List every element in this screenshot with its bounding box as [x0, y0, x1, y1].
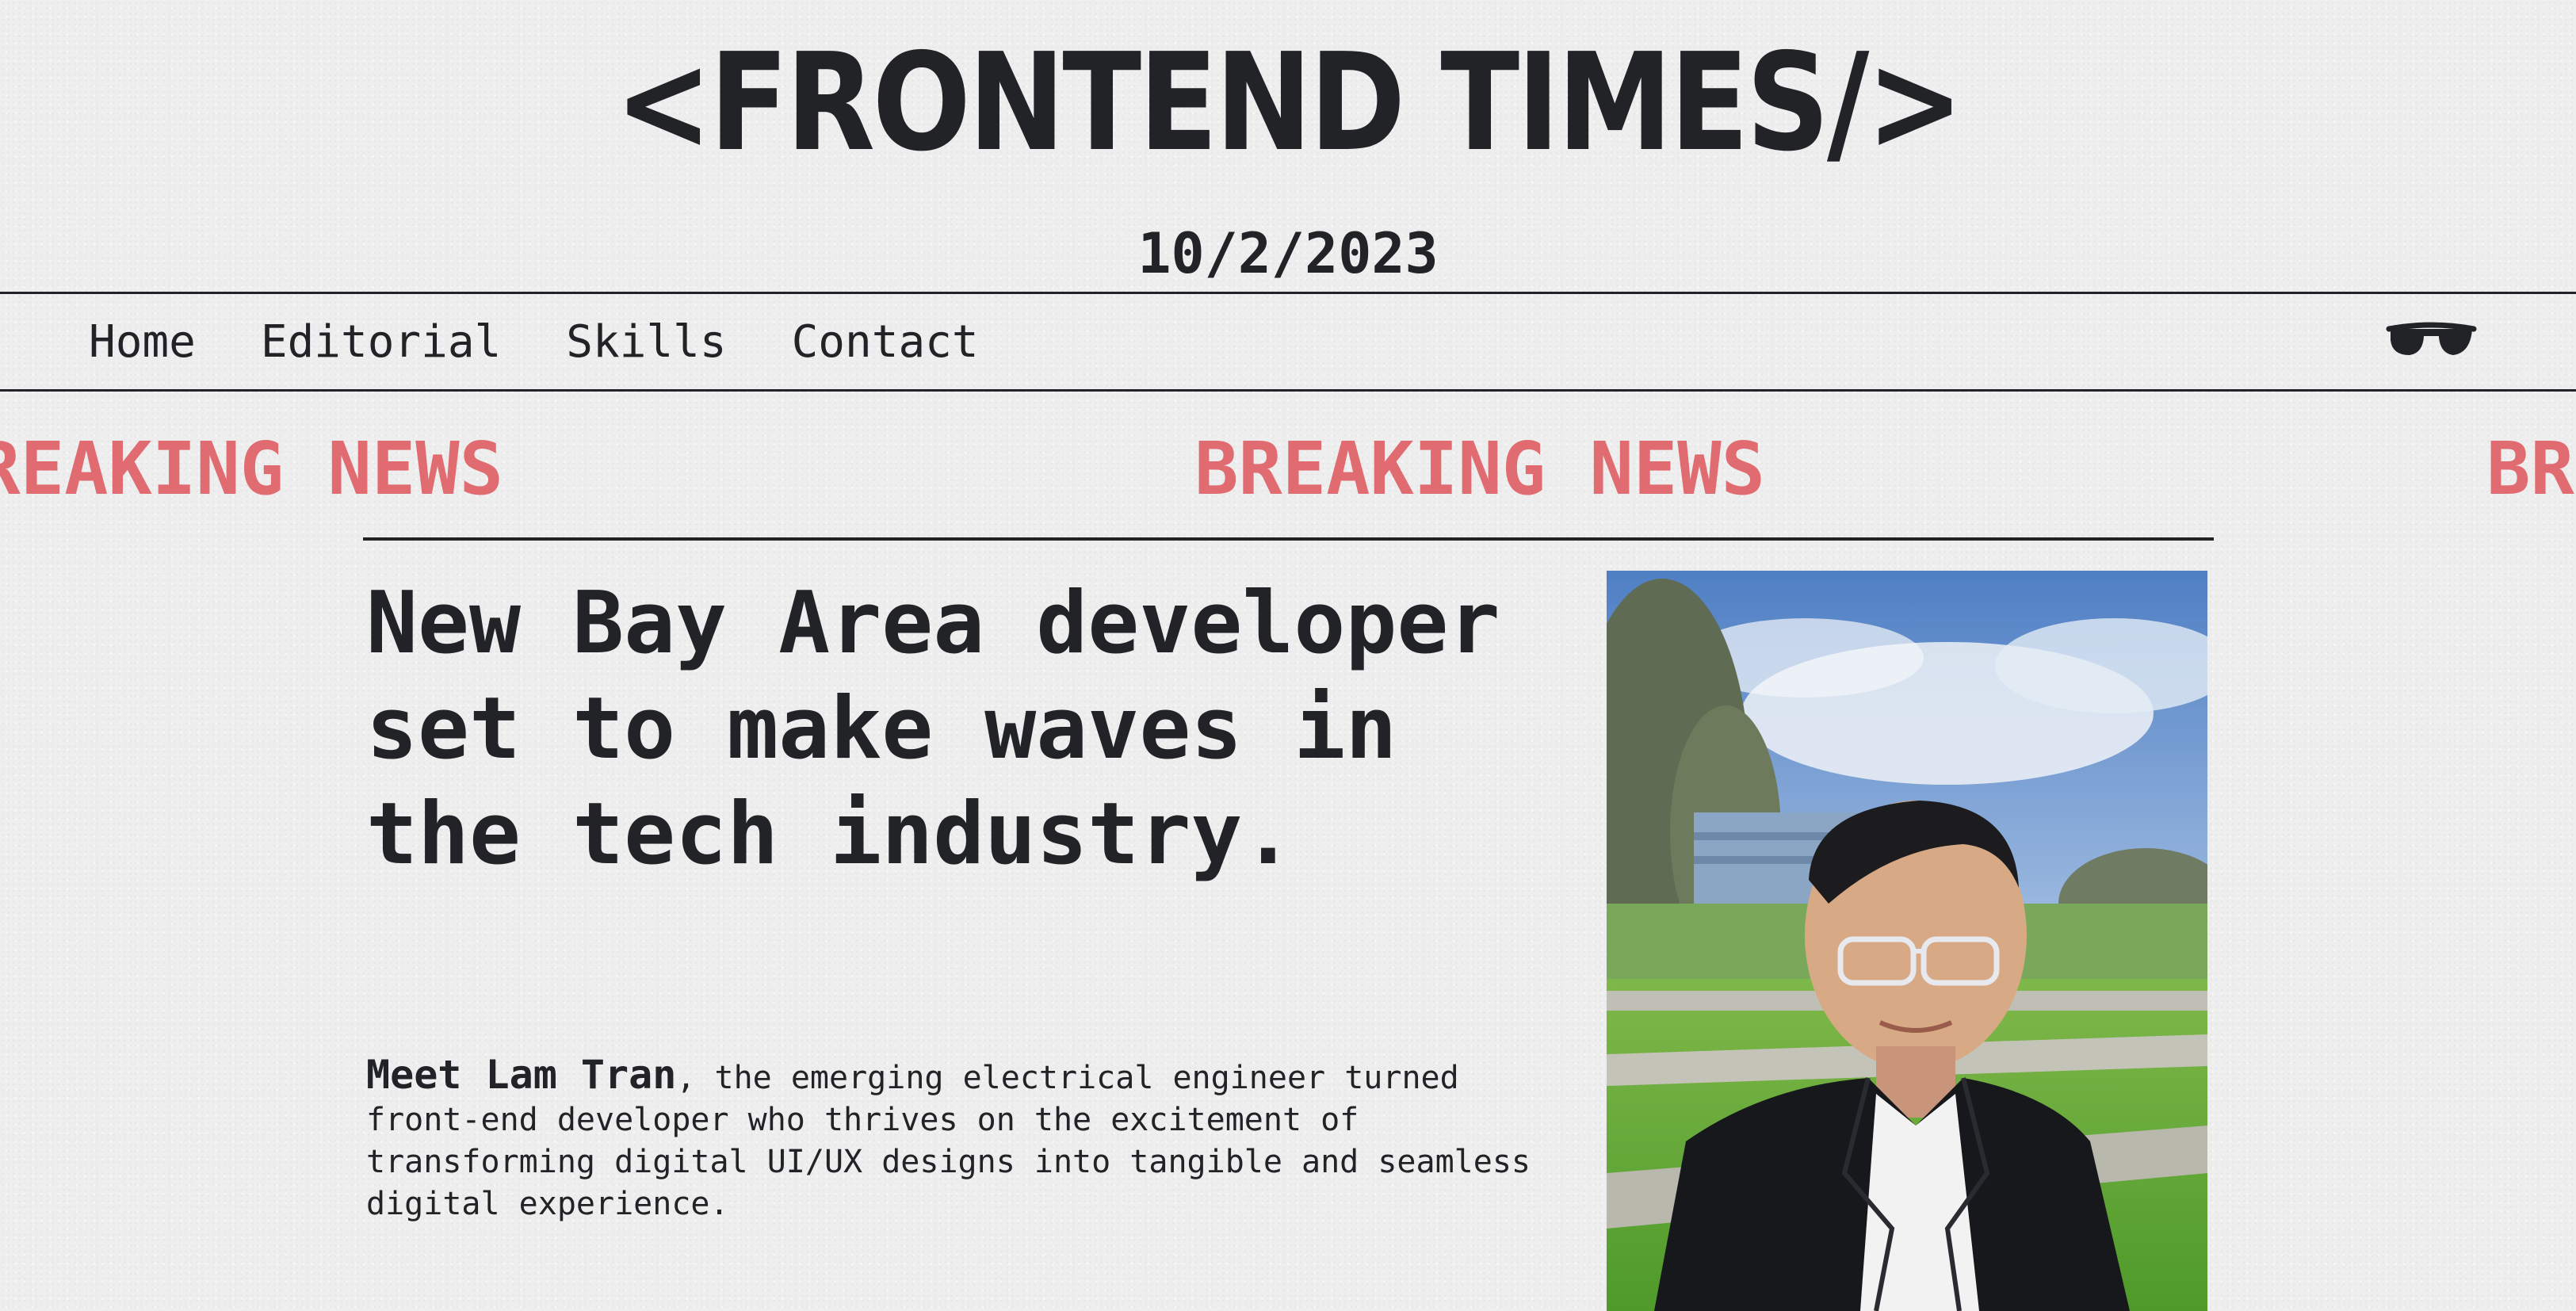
ticker-item: BREAKING NEWS [2486, 426, 2576, 511]
article-intro: Meet Lam Tran, the emerging electrical e… [366, 1054, 1539, 1225]
section-divider [363, 537, 2214, 541]
nav-item-editorial[interactable]: Editorial [261, 316, 501, 368]
breaking-news-ticker: BREAKING NEWS BREAKING NEWS BREAKING NEW… [0, 396, 2576, 539]
masthead: <FRONTEND TIMES/> 10/2/2023 [0, 0, 2576, 293]
nav-item-skills[interactable]: Skills [566, 316, 726, 368]
nav-item-home[interactable]: Home [89, 316, 196, 368]
theme-toggle-button[interactable] [2386, 318, 2477, 365]
issue-date: 10/2/2023 [1137, 221, 1439, 286]
portrait-photo [1607, 571, 2207, 1311]
ticker-item: BREAKING NEWS [1194, 426, 1766, 511]
site-title: <FRONTEND TIMES/> [614, 25, 1963, 182]
intro-name: Meet Lam Tran [366, 1052, 677, 1098]
portrait-image [1607, 571, 2207, 1311]
navbar: Home Editorial Skills Contact [0, 292, 2576, 392]
article-headline: New Bay Area developer set to make waves… [366, 574, 1500, 884]
ticker-item: BREAKING NEWS [0, 426, 504, 511]
nav-list: Home Editorial Skills Contact [89, 294, 979, 389]
sunglasses-icon [2386, 322, 2477, 355]
nav-item-contact[interactable]: Contact [792, 316, 979, 368]
